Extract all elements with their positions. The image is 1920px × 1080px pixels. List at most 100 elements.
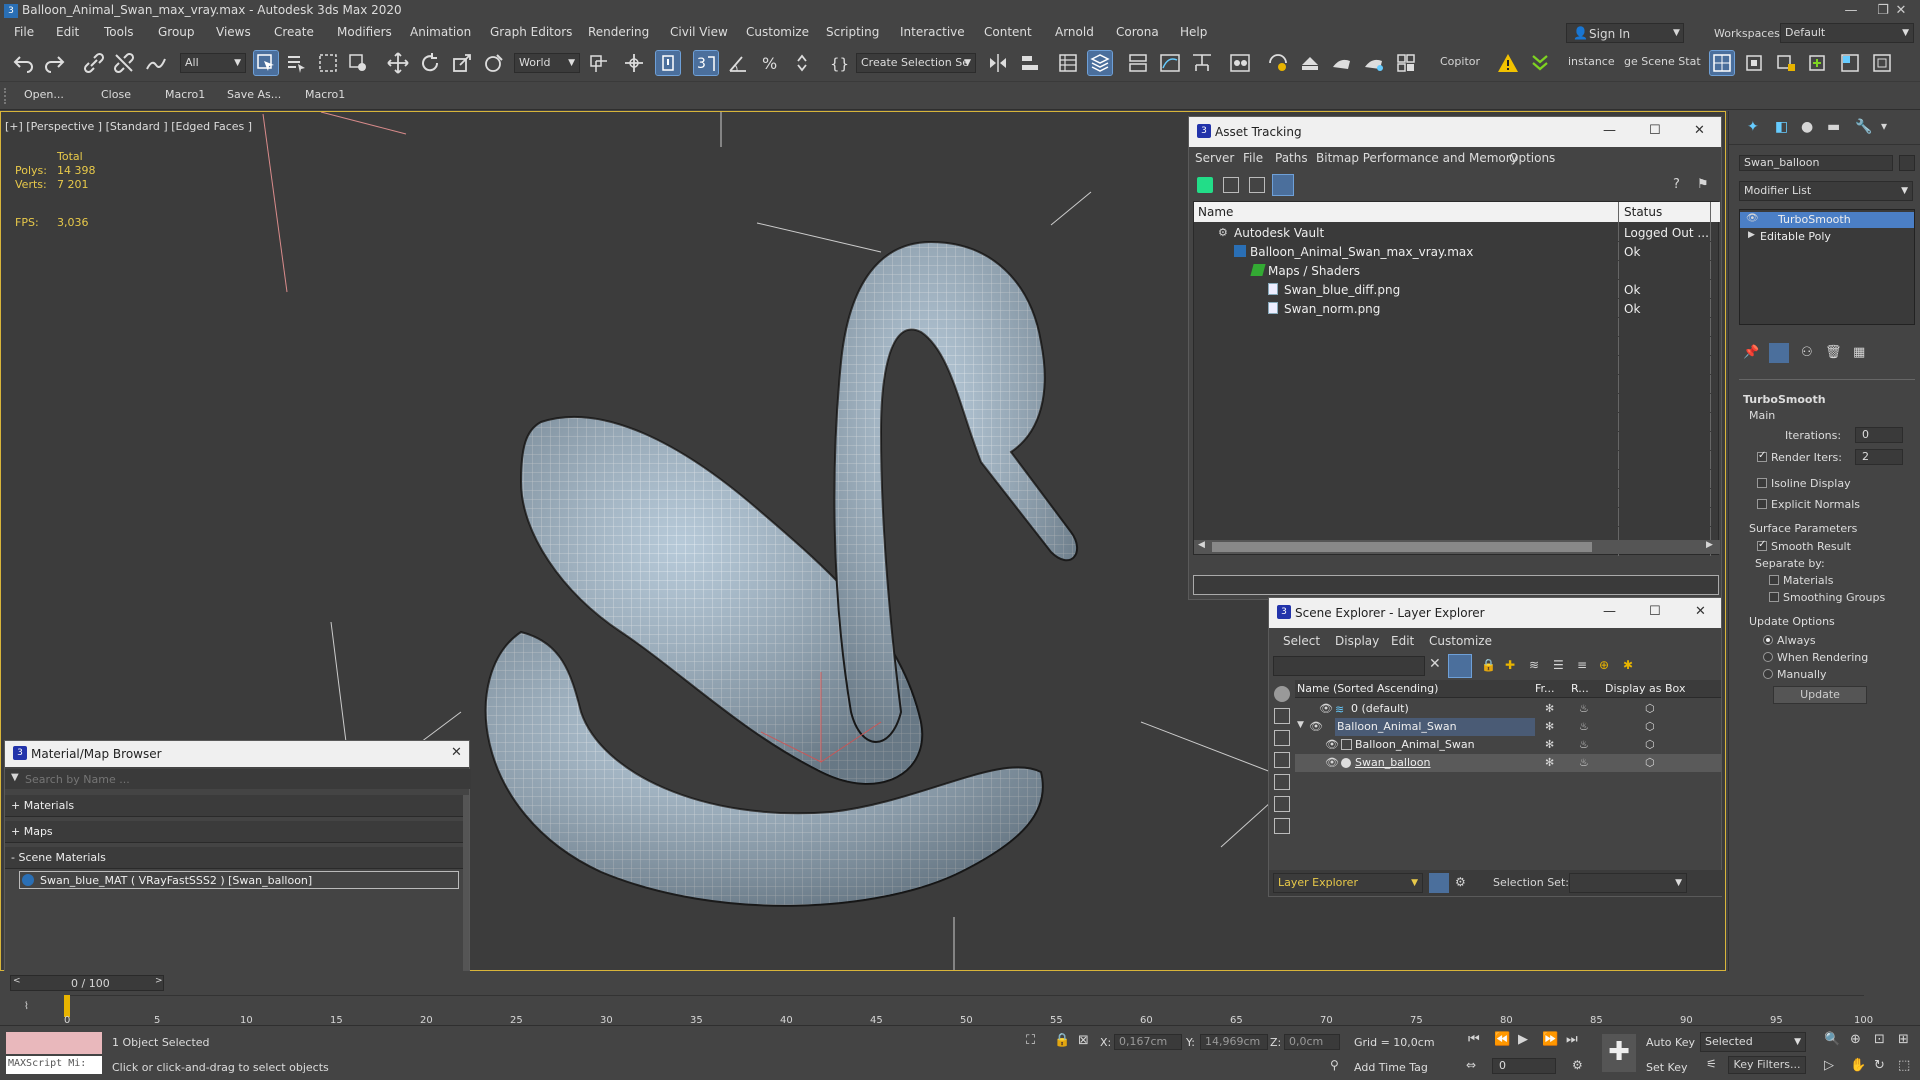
grip-handle[interactable] [4,88,8,104]
menu-civil-view[interactable]: Civil View [670,25,728,39]
undo-icon[interactable] [12,51,36,75]
menu-bitmap-performance[interactable]: Bitmap Performance and Memory [1316,151,1518,165]
pin-icon[interactable]: ⚑ [1697,177,1709,192]
table-row[interactable]: Swan_norm.png Ok [1194,299,1720,318]
manually-radio[interactable] [1763,669,1773,679]
menu-select[interactable]: Select [1283,634,1320,648]
time-tag-icon[interactable]: ⚲ [1330,1058,1339,1072]
hierarchy-tab-icon[interactable]: ● [1801,119,1813,135]
rotate-icon[interactable] [418,51,442,75]
move-icon[interactable] [386,51,410,75]
menu-server[interactable]: Server [1195,151,1234,165]
align-icon[interactable] [1018,51,1042,75]
freeze-icon[interactable]: ✻ [1545,702,1554,715]
percent-snap-icon[interactable]: % [758,51,782,75]
expand-icon[interactable]: ▼ [1297,720,1304,730]
key-filters-button[interactable]: Key Filters... [1728,1056,1806,1074]
spinner-snap-icon[interactable] [790,51,814,75]
column-display-as-box[interactable]: Display as Box [1605,682,1685,695]
auto-key-button[interactable]: Auto Key [1646,1036,1695,1049]
viewport-label[interactable]: [+] [Perspective ] [Standard ] [Edged Fa… [5,120,252,133]
window-crossing-icon[interactable] [346,51,370,75]
workspace-select[interactable]: Default ▼ [1780,23,1914,43]
freeze-icon[interactable]: ✻ [1545,720,1554,733]
table-row[interactable]: Maps / Shaders [1194,261,1720,280]
smooth-result-checkbox[interactable] [1757,539,1767,551]
sphere-icon[interactable] [1274,686,1290,702]
toggle-ribbon-icon[interactable] [1126,51,1150,75]
eye-icon[interactable]: 👁 [1319,702,1333,715]
make-unique-icon[interactable]: ⚇ [1801,345,1813,360]
modifier-list-select[interactable]: Modifier List ▼ [1739,181,1913,201]
zoom-extents-all-icon[interactable]: ⊞ [1898,1032,1909,1047]
menu-views[interactable]: Views [216,25,251,39]
maps-section[interactable]: + Maps [5,821,463,843]
add-to-layer-icon[interactable]: ✱ [1623,658,1633,672]
scene-materials-section[interactable]: - Scene Materials [5,847,463,869]
snaps-toggle-icon[interactable]: 3 [693,50,719,76]
zoom-all-icon[interactable]: ⊕ [1850,1032,1861,1047]
scroll-right-icon[interactable]: ▶ [1706,540,1713,550]
add-layer-icon[interactable]: ✚ [1505,658,1515,672]
eye-icon[interactable]: 👁 [1309,720,1323,733]
menu-display[interactable]: Display [1335,634,1379,648]
box-icon[interactable]: ⬡ [1645,738,1655,751]
select-manipulate-icon[interactable] [622,51,646,75]
selection-set-select[interactable]: ▼ [1569,873,1687,893]
vertical-scrollbar[interactable] [463,795,469,971]
sign-in-button[interactable]: 👤 Sign In ▼ [1566,23,1684,43]
create-selection-set-select[interactable]: Create Selection Se ▼ [856,53,976,73]
teapot-icon[interactable]: ♨ [1579,738,1589,751]
macro-save-as-button[interactable]: Save As... [227,88,281,101]
render-iters-spinner[interactable]: 2 [1855,449,1903,465]
menu-customize[interactable]: Customize [1429,634,1492,648]
select-by-name-icon[interactable] [284,51,308,75]
layer-explorer-icon[interactable] [1087,50,1113,76]
minimize-icon[interactable]: — [1603,604,1616,619]
material-item[interactable]: Swan_blue_MAT ( VRayFastSSS2 ) [Swan_bal… [19,871,459,889]
always-radio[interactable] [1763,635,1773,645]
cameras-icon[interactable] [1274,752,1290,768]
menu-group[interactable]: Group [158,25,195,39]
close-icon[interactable]: ✕ [451,745,462,760]
lock-container-icon[interactable] [1774,51,1798,75]
render-setup-icon[interactable] [1266,51,1290,75]
helpers-icon[interactable] [1274,774,1290,790]
tree-row[interactable]: 👁 ≋ 0 (default) ✻ ♨ ⬡ [1295,700,1721,718]
horizontal-scrollbar[interactable]: ◀ ▶ [1194,540,1720,554]
maxscript-input[interactable]: MAXScript Mi: [6,1056,102,1074]
expand-icon[interactable]: ▶ [1748,230,1755,240]
when-rendering-radio[interactable] [1763,652,1773,662]
place-icon[interactable] [482,51,506,75]
menu-rendering[interactable]: Rendering [588,25,649,39]
selection-lock-icon[interactable]: 🔒 [1054,1033,1070,1048]
maxscript-listener[interactable] [6,1032,102,1054]
modifier-turbosmooth[interactable]: 👁 TurboSmooth [1740,212,1914,228]
bind-space-warp-icon[interactable] [144,51,168,75]
current-frame-field[interactable]: 0 [1492,1058,1556,1074]
next-key-icon[interactable]: ⏩ [1542,1032,1558,1047]
maximize-icon[interactable]: ☐ [1649,604,1661,619]
menu-edit[interactable]: Edit [56,25,79,39]
create-tab-icon[interactable]: ✦ [1747,119,1759,135]
menu-interactive[interactable]: Interactive [900,25,965,39]
menu-options[interactable]: Options [1509,151,1555,165]
table-row[interactable]: Swan_blue_diff.png Ok [1194,280,1720,299]
mirror-icon[interactable] [986,51,1010,75]
layers-icon[interactable]: ≋ [1529,658,1539,672]
column-status[interactable]: Status [1624,205,1662,219]
menu-file[interactable]: File [1243,151,1263,165]
menu-arnold[interactable]: Arnold [1055,25,1094,39]
grid-layout-icon[interactable] [1709,50,1735,76]
space-warps-icon[interactable] [1274,796,1290,812]
pan-icon[interactable]: ✋ [1850,1058,1866,1073]
scroll-left-icon[interactable]: ◀ [1198,540,1205,550]
motion-tab-icon[interactable]: ▬ [1827,119,1840,135]
chevrons-down-icon[interactable] [1528,51,1552,75]
viewport-layout-icon[interactable] [1838,51,1862,75]
lock-icon[interactable]: 🔒 [1481,658,1496,672]
container-icon[interactable] [1742,51,1766,75]
macro-close-button[interactable]: Close [101,88,131,101]
edit-named-selection-icon[interactable]: {} [828,51,852,75]
menu-create[interactable]: Create [274,25,314,39]
